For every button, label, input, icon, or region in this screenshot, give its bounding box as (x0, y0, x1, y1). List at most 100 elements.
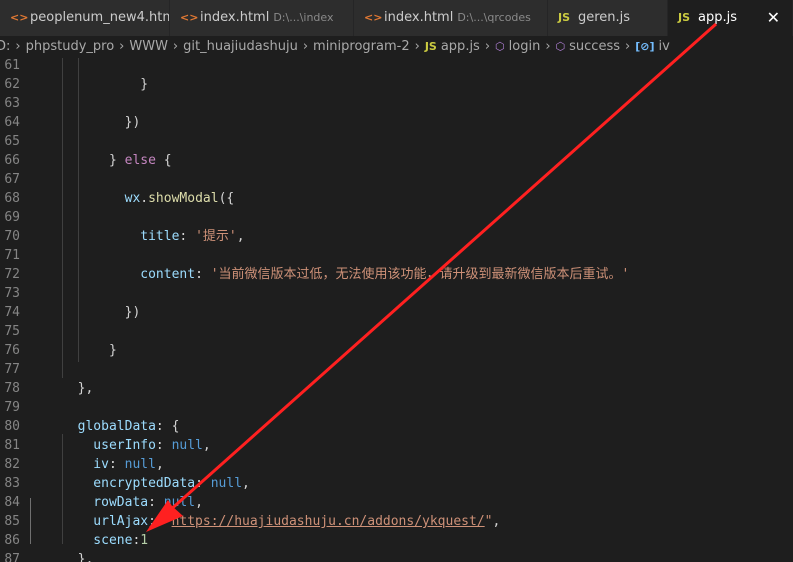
code-token: : (195, 267, 211, 282)
code-token: encryptedData (62, 476, 196, 491)
breadcrumb-item-login[interactable]: login (509, 36, 541, 58)
indent-guide (30, 498, 31, 544)
code-line[interactable]: 67 (0, 170, 793, 189)
line-number: 82 (4, 457, 20, 472)
breadcrumb-separator: › (15, 39, 21, 54)
code-line[interactable]: 83 encryptedData: null, (0, 474, 793, 493)
code-token: } (62, 77, 149, 92)
tab-label: index.html (200, 10, 270, 25)
code-token: https://huajiudashuju.cn/addons/ykquest/ (171, 514, 485, 529)
code-line[interactable]: 72 content: '当前微信版本过低，无法使用该功能，请升级到最新微信版本… (0, 265, 793, 284)
code-text: rowData: null, (62, 493, 203, 512)
code-token: : (148, 495, 164, 510)
code-line[interactable]: 63 (0, 94, 793, 113)
indent-guide (62, 434, 63, 544)
line-number: 87 (4, 552, 20, 562)
code-line[interactable]: 76 } (0, 341, 793, 360)
code-line[interactable]: 66 } else { (0, 151, 793, 170)
code-text: }) (62, 113, 141, 132)
close-icon[interactable]: ✕ (767, 0, 780, 36)
code-line[interactable]: 85 urlAjax: "https://huajiudashuju.cn/ad… (0, 512, 793, 531)
code-token: null (210, 476, 243, 491)
code-text: } (62, 341, 117, 360)
code-line[interactable]: 87 }, (0, 550, 793, 562)
line-number: 71 (4, 248, 20, 263)
tab-geren-js[interactable]: JS geren.js (548, 0, 668, 36)
code-token: : (195, 476, 211, 491)
code-line[interactable]: 70 title: '提示', (0, 227, 793, 246)
code-line[interactable]: 80 globalData: { (0, 417, 793, 436)
code-line[interactable]: 82 iv: null, (0, 455, 793, 474)
code-token: : (108, 457, 125, 472)
code-token: scene (62, 533, 133, 548)
line-number: 80 (4, 419, 20, 434)
line-number: 84 (4, 495, 20, 510)
code-editor[interactable]: 61 62 } 63 64 }) 65 66 } else {67 68 wx.showMo… (0, 58, 793, 562)
tab-peoplenum-new4-html[interactable]: <> peoplenum_new4.html (0, 0, 170, 36)
code-line[interactable]: 68 wx.showModal({ (0, 189, 793, 208)
code-line[interactable]: 74 }) (0, 303, 793, 322)
code-line[interactable]: 73 (0, 284, 793, 303)
line-number: 72 (4, 267, 20, 282)
code-token: userInfo (62, 438, 156, 453)
breadcrumb-item-iv[interactable]: iv (658, 36, 669, 58)
line-number: 73 (4, 286, 20, 301)
code-text: wx.showModal({ (62, 189, 235, 208)
code-line[interactable]: 64 }) (0, 113, 793, 132)
code-line[interactable]: 71 (0, 246, 793, 265)
variable-icon: [⊘] (635, 40, 655, 53)
code-token: , (202, 438, 211, 453)
line-number: 79 (4, 400, 20, 415)
line-number: 86 (4, 533, 20, 548)
code-line[interactable]: 79 (0, 398, 793, 417)
code-token: }, (62, 552, 94, 562)
code-token: : (155, 438, 172, 453)
code-line[interactable]: 75 (0, 322, 793, 341)
code-line[interactable]: 65 (0, 132, 793, 151)
html-file-icon: <> (10, 11, 29, 24)
code-token: null (163, 495, 196, 510)
tab-label: peoplenum_new4.html (30, 10, 170, 25)
code-token: title (62, 229, 180, 244)
breadcrumb-item-www[interactable]: WWW (129, 36, 168, 58)
breadcrumb-item-drive[interactable]: D: (0, 36, 10, 58)
tab-app-js[interactable]: JS app.js ✕ (668, 0, 793, 36)
code-line[interactable]: 77 (0, 360, 793, 379)
breadcrumb-item-app-js[interactable]: app.js (441, 36, 480, 58)
breadcrumb-item-miniprogram-2[interactable]: miniprogram-2 (313, 36, 410, 58)
breadcrumb-item-success[interactable]: success (569, 36, 620, 58)
line-number: 68 (4, 191, 20, 206)
tab-index-html-index[interactable]: <> index.html D:\...\index (170, 0, 354, 36)
code-token: null (124, 457, 156, 472)
code-line[interactable]: 86 scene:1 (0, 531, 793, 550)
code-line[interactable]: 81 userInfo: null, (0, 436, 793, 455)
code-token: } (62, 343, 117, 358)
code-text: urlAjax: "https://huajiudashuju.cn/addon… (62, 512, 500, 531)
line-number: 81 (4, 438, 20, 453)
breadcrumb-separator: › (545, 39, 551, 54)
line-number: 83 (4, 476, 20, 491)
breadcrumb-separator: › (172, 39, 179, 54)
html-file-icon: <> (180, 11, 199, 24)
code-token: : (179, 229, 196, 244)
code-token: wx (62, 191, 141, 206)
breadcrumb-item-git-huajiudashuju[interactable]: git_huajiudashuju (183, 36, 298, 58)
code-line[interactable]: 61 (0, 58, 793, 75)
method-icon: ⬡ (495, 40, 505, 53)
code-line[interactable]: 62 } (0, 75, 793, 94)
tab-description: D:\...\index (273, 11, 334, 24)
code-text: }, (62, 550, 94, 562)
tab-index-html-qrcodes[interactable]: <> index.html D:\...\qrcodes (354, 0, 548, 36)
code-text: iv: null, (62, 455, 163, 474)
code-text: } (62, 75, 148, 94)
js-file-icon: JS (558, 11, 571, 24)
breadcrumb-item-phpstudy-pro[interactable]: phpstudy_pro (26, 36, 115, 58)
line-number: 65 (4, 134, 20, 149)
code-line[interactable]: 69 (0, 208, 793, 227)
breadcrumb-separator: › (119, 39, 125, 54)
breadcrumb: D: › phpstudy_pro › WWW › git_huajiudashuju › mi… (0, 36, 789, 58)
code-text: scene:1 (62, 531, 148, 550)
code-line[interactable]: 78 }, (0, 379, 793, 398)
code-token: : (148, 514, 164, 529)
code-line[interactable]: 84 rowData: null, (0, 493, 793, 512)
